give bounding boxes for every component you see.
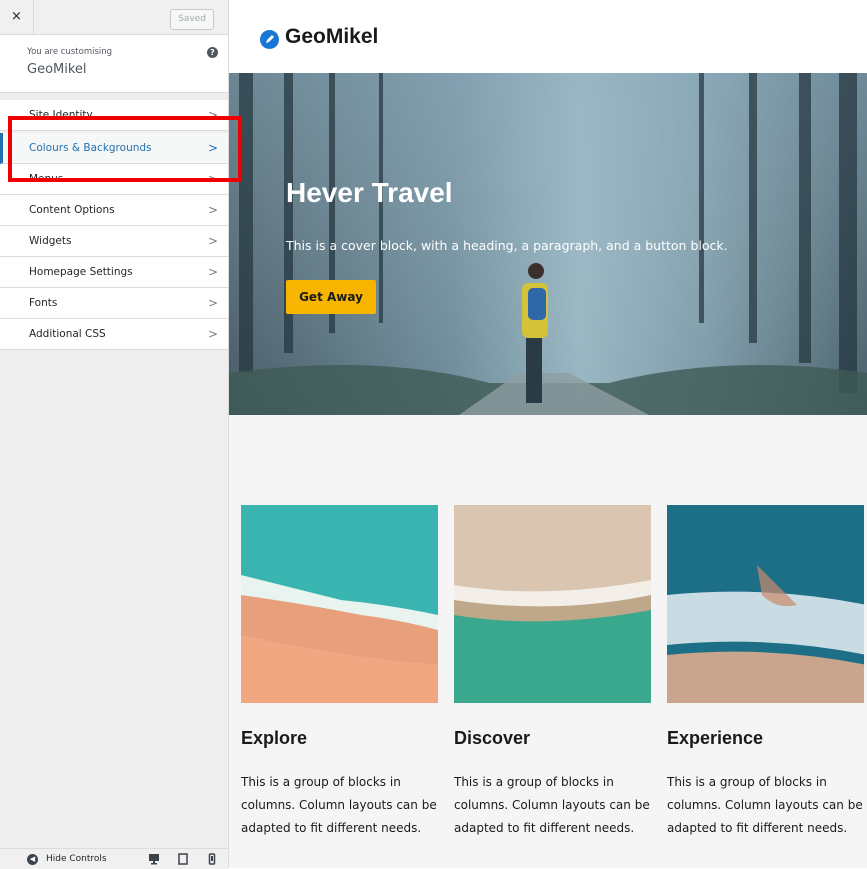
menu-item-widgets[interactable]: Widgets > (0, 226, 228, 257)
cover-paragraph: This is a cover block, with a heading, a… (286, 238, 728, 253)
chevron-right-icon: > (208, 172, 219, 186)
column-text-discover: This is a group of blocks in columns. Co… (454, 775, 650, 835)
menu-item-menus[interactable]: Menus > (0, 164, 228, 195)
chevron-right-icon: > (208, 327, 219, 341)
get-away-button[interactable]: Get Away (286, 280, 376, 314)
column-heading-experience: Experience (667, 728, 764, 748)
menu-item-label: Homepage Settings (29, 266, 133, 278)
customizing-label: You are customising (27, 47, 113, 57)
mobile-preview-icon[interactable] (206, 853, 218, 865)
cover-block: Hever Travel This is a cover block, with… (229, 73, 867, 415)
chevron-right-icon: > (208, 141, 219, 155)
site-preview[interactable]: GeoMikel Hever Travel This is a cover bl… (229, 0, 867, 868)
column-heading-explore: Explore (241, 728, 308, 748)
column-heading-discover: Discover (454, 728, 531, 748)
site-title[interactable]: GeoMikel (285, 25, 378, 49)
desktop-preview-icon[interactable] (148, 853, 160, 865)
column-text-explore: This is a group of blocks in columns. Co… (241, 775, 437, 835)
menu-item-additional-css[interactable]: Additional CSS > (0, 319, 228, 350)
pencil-logo-icon (260, 30, 279, 49)
saved-button[interactable]: Saved (170, 9, 214, 30)
menu-item-label: Widgets (29, 235, 72, 247)
customizer-sidebar: × Saved You are customising GeoMikel ? S… (0, 0, 229, 869)
cover-heading: Hever Travel (286, 177, 453, 208)
hide-controls-button[interactable]: Hide Controls (46, 854, 107, 864)
help-icon[interactable]: ? (207, 47, 218, 58)
customizer-footer: ◀ Hide Controls (0, 848, 228, 869)
site-header: GeoMikel (229, 0, 867, 73)
menu-item-label: Menus (29, 173, 64, 185)
hide-controls-icon[interactable]: ◀ (27, 854, 38, 865)
menu-item-label: Fonts (29, 297, 58, 309)
menu-item-site-identity[interactable]: Site Identity > (0, 100, 228, 131)
tablet-preview-icon[interactable] (177, 853, 189, 865)
close-button[interactable]: × (0, 0, 34, 34)
menu-item-fonts[interactable]: Fonts > (0, 288, 228, 319)
column-text-experience: This is a group of blocks in columns. Co… (667, 775, 863, 835)
chevron-right-icon: > (208, 203, 219, 217)
chevron-right-icon: > (208, 108, 219, 122)
menu-item-label: Site Identity (29, 109, 93, 121)
menu-item-colours-backgrounds[interactable]: Colours & Backgrounds > (0, 133, 228, 164)
customizing-info: You are customising GeoMikel ? (0, 35, 228, 93)
menu-item-label: Colours & Backgrounds (29, 142, 152, 154)
beach-image-explore (241, 505, 438, 703)
beach-image-experience (667, 505, 864, 703)
customizer-header: × Saved (0, 0, 228, 35)
menu-item-label: Content Options (29, 204, 115, 216)
chevron-right-icon: > (208, 296, 219, 310)
beach-image-discover (454, 505, 651, 703)
menu-item-content-options[interactable]: Content Options > (0, 195, 228, 226)
customizing-site-name: GeoMikel (27, 62, 87, 77)
chevron-right-icon: > (208, 234, 219, 248)
chevron-right-icon: > (208, 265, 219, 279)
menu-item-homepage-settings[interactable]: Homepage Settings > (0, 257, 228, 288)
menu-item-label: Additional CSS (29, 328, 106, 340)
